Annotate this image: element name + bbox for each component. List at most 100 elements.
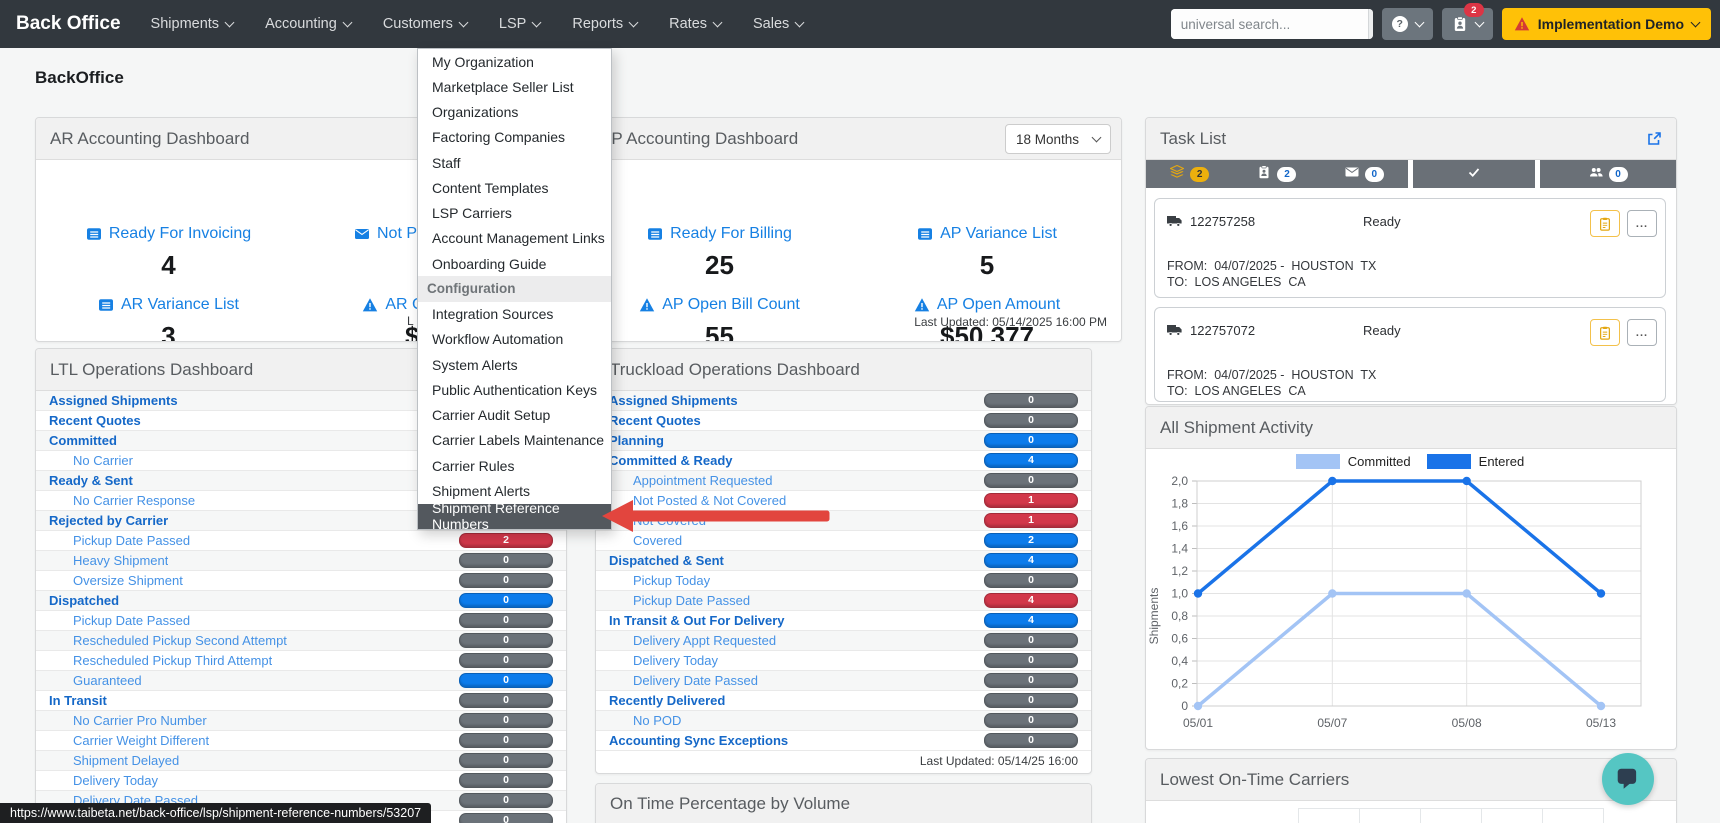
nav-item-rates[interactable]: Rates: [653, 0, 737, 48]
task-tab-people[interactable]: 0: [1589, 165, 1628, 184]
count-badge[interactable]: 0: [459, 813, 553, 823]
op-row-label[interactable]: In Transit: [49, 693, 107, 708]
metric-label[interactable]: AP Variance List: [940, 225, 1057, 243]
nav-item-reports[interactable]: Reports: [556, 0, 653, 48]
menu-item-lsp-carriers[interactable]: LSP Carriers: [418, 201, 611, 226]
count-badge[interactable]: 0: [459, 693, 553, 708]
menu-item-organizations[interactable]: Organizations: [418, 100, 611, 125]
op-row-label[interactable]: Delivery Today: [49, 773, 158, 788]
op-row-label[interactable]: Pickup Date Passed: [49, 613, 190, 628]
period-selector[interactable]: 18 Months: [1005, 124, 1111, 154]
op-row-label[interactable]: Delivery Appt Requested: [609, 633, 776, 648]
nav-item-lsp[interactable]: LSP: [483, 0, 556, 48]
op-row-label[interactable]: Pickup Date Passed: [49, 533, 190, 548]
metric-label[interactable]: Not P: [377, 225, 417, 243]
app-brand[interactable]: Back Office: [16, 13, 121, 35]
menu-item-carrier-labels-maintenance[interactable]: Carrier Labels Maintenance: [418, 428, 611, 453]
op-row-label[interactable]: Planning: [609, 433, 664, 448]
menu-item-onboarding-guide[interactable]: Onboarding Guide: [418, 251, 611, 276]
op-row-label[interactable]: Rescheduled Pickup Third Attempt: [49, 653, 272, 668]
external-link-icon[interactable]: [1646, 131, 1662, 147]
data-point[interactable]: [1328, 477, 1336, 485]
nav-item-accounting[interactable]: Accounting: [249, 0, 367, 48]
count-badge[interactable]: 0: [459, 673, 553, 688]
op-row-label[interactable]: Pickup Date Passed: [609, 593, 750, 608]
count-badge[interactable]: 0: [984, 573, 1078, 588]
count-badge[interactable]: 0: [459, 773, 553, 788]
data-point[interactable]: [1194, 702, 1202, 710]
op-row-label[interactable]: Assigned Shipments: [49, 393, 178, 408]
op-row-label[interactable]: Delivery Date Passed: [609, 673, 758, 688]
nav-item-sales[interactable]: Sales: [737, 0, 819, 48]
task-tab-layers[interactable]: 2: [1170, 165, 1209, 184]
op-row-label[interactable]: Pickup Today: [609, 573, 710, 588]
menu-item-content-templates[interactable]: Content Templates: [418, 175, 611, 200]
op-row-label[interactable]: No Carrier Response: [49, 493, 195, 508]
count-badge[interactable]: 0: [984, 733, 1078, 748]
count-badge[interactable]: 2: [459, 533, 553, 548]
op-row-label[interactable]: Rescheduled Pickup Second Attempt: [49, 633, 287, 648]
op-row-label[interactable]: Dispatched: [49, 593, 119, 608]
count-badge[interactable]: 4: [984, 593, 1078, 608]
count-badge[interactable]: 0: [459, 793, 553, 808]
notifications-menu-button[interactable]: 2: [1442, 8, 1493, 40]
metric-label[interactable]: AP Open Amount: [937, 296, 1060, 314]
menu-item-integration-sources[interactable]: Integration Sources: [418, 302, 611, 327]
count-badge[interactable]: 0: [459, 553, 553, 568]
op-row-label[interactable]: Assigned Shipments: [609, 393, 738, 408]
task-notes-button[interactable]: [1590, 319, 1620, 346]
op-row-label[interactable]: Appointment Requested: [609, 473, 772, 488]
data-point[interactable]: [1462, 477, 1470, 485]
count-badge[interactable]: 4: [984, 553, 1078, 568]
data-point[interactable]: [1328, 589, 1336, 597]
nav-item-customers[interactable]: Customers: [367, 0, 483, 48]
count-badge[interactable]: 4: [984, 453, 1078, 468]
count-badge[interactable]: 0: [984, 633, 1078, 648]
metric-label[interactable]: AR Variance List: [121, 296, 239, 314]
count-badge[interactable]: 0: [459, 733, 553, 748]
data-point[interactable]: [1194, 589, 1202, 597]
data-point[interactable]: [1597, 702, 1605, 710]
environment-button[interactable]: Implementation Demo: [1502, 8, 1711, 40]
op-row-label[interactable]: Recent Quotes: [609, 413, 701, 428]
count-badge[interactable]: 0: [459, 593, 553, 608]
op-row-label[interactable]: Carrier Weight Different: [49, 733, 209, 748]
op-row-label[interactable]: Committed & Ready: [609, 453, 733, 468]
task-tab-segment[interactable]: 0: [1540, 160, 1676, 188]
task-tab-envelope[interactable]: 0: [1345, 165, 1384, 184]
count-badge[interactable]: 0: [459, 713, 553, 728]
shipment-number[interactable]: 122757072: [1190, 323, 1255, 338]
task-tab-check[interactable]: [1467, 165, 1481, 184]
op-row-label[interactable]: No Carrier Pro Number: [49, 713, 207, 728]
menu-item-factoring-companies[interactable]: Factoring Companies: [418, 125, 611, 150]
count-badge[interactable]: 0: [984, 413, 1078, 428]
task-notes-button[interactable]: [1590, 210, 1620, 237]
search-button[interactable]: [1368, 9, 1373, 39]
search-input[interactable]: [1171, 9, 1368, 39]
metric-label[interactable]: AP Open Bill Count: [662, 296, 800, 314]
data-point[interactable]: [1597, 589, 1605, 597]
menu-item-public-authentication-keys[interactable]: Public Authentication Keys: [418, 377, 611, 402]
count-badge[interactable]: 1: [984, 513, 1078, 528]
help-menu-button[interactable]: ?: [1382, 8, 1433, 40]
op-row-label[interactable]: Shipment Delayed: [49, 753, 179, 768]
op-row-label[interactable]: Committed: [49, 433, 117, 448]
op-row-label[interactable]: No Carrier: [49, 453, 133, 468]
shipment-number[interactable]: 122757258: [1190, 214, 1255, 229]
op-row-label[interactable]: Delivery Today: [609, 653, 718, 668]
data-point[interactable]: [1462, 589, 1470, 597]
op-row-label[interactable]: Ready & Sent: [49, 473, 133, 488]
count-badge[interactable]: 1: [984, 493, 1078, 508]
menu-item-staff[interactable]: Staff: [418, 150, 611, 175]
count-badge[interactable]: 0: [984, 673, 1078, 688]
op-row-label[interactable]: Guaranteed: [49, 673, 142, 688]
op-row-label[interactable]: Dispatched & Sent: [609, 553, 724, 568]
metric-label[interactable]: Ready For Billing: [670, 225, 792, 243]
menu-item-account-management-links[interactable]: Account Management Links: [418, 226, 611, 251]
op-row-label[interactable]: In Transit & Out For Delivery: [609, 613, 785, 628]
count-badge[interactable]: 0: [459, 613, 553, 628]
task-tab-clipboard[interactable]: 2: [1257, 165, 1296, 184]
menu-item-carrier-rules[interactable]: Carrier Rules: [418, 453, 611, 478]
count-badge[interactable]: 0: [459, 753, 553, 768]
count-badge[interactable]: 2: [984, 533, 1078, 548]
